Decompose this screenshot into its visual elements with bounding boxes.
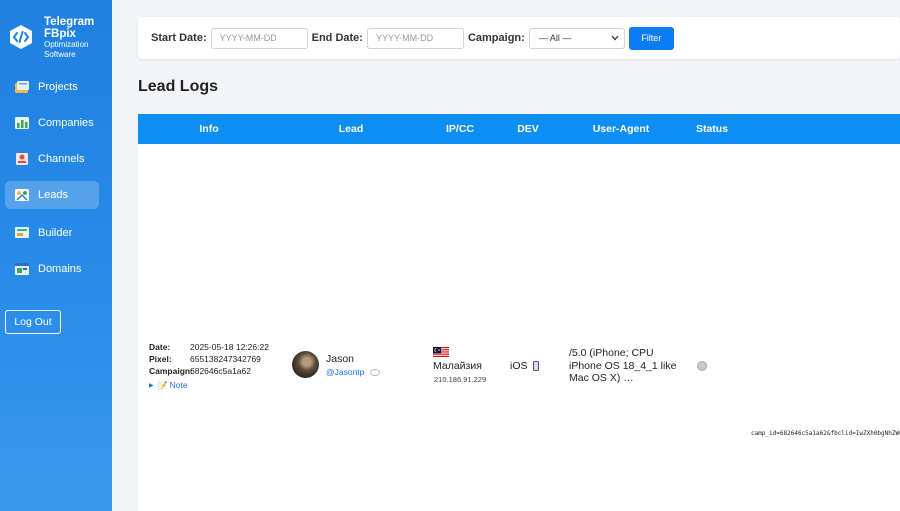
- filter-button[interactable]: Filter: [628, 26, 674, 50]
- column-header-dev[interactable]: DEV: [517, 123, 539, 135]
- builder-icon: [15, 227, 29, 238]
- chevron-down-icon: [611, 35, 619, 41]
- lead-name: Jason: [326, 353, 355, 365]
- campaign-value: 682646c5a1a62: [190, 366, 251, 376]
- sidebar-item-builder[interactable]: Builder: [5, 219, 99, 247]
- sidebar: Telegram FBpix Optimization Software Pro…: [0, 0, 112, 511]
- caret-right-icon: ▶: [149, 382, 154, 389]
- sidebar-item-channels[interactable]: Channels: [5, 145, 99, 173]
- brand-name: Telegram: [44, 16, 95, 28]
- status-indicator: [697, 361, 707, 371]
- campaign-select[interactable]: — All —: [528, 27, 625, 49]
- user-agent: /5.0 (iPhone; CPU iPhone OS 18_4_1 like …: [569, 347, 677, 384]
- column-header-lead[interactable]: Lead: [339, 123, 364, 135]
- avatar: [292, 351, 319, 378]
- brand-subtitle: Optimization: [44, 40, 89, 50]
- brand-name-2: FBpix: [44, 28, 76, 41]
- column-header-info[interactable]: Info: [199, 123, 218, 135]
- sidebar-item-label: Leads: [38, 189, 68, 201]
- column-header-status[interactable]: Status: [696, 123, 728, 135]
- sidebar-item-label: Channels: [38, 153, 85, 165]
- memo-icon: 📝: [157, 380, 168, 390]
- sidebar-item-label: Projects: [38, 81, 78, 93]
- channels-icon: [16, 153, 28, 165]
- ip-address: 210.186.91.229: [434, 375, 487, 384]
- brand[interactable]: Telegram FBpix Optimization Software: [8, 16, 94, 59]
- sidebar-item-label: Domains: [38, 263, 82, 275]
- brand-subtitle-2: Software: [44, 49, 76, 59]
- malaysia-flag-icon: [433, 347, 449, 358]
- sidebar-item-leads[interactable]: Leads: [5, 181, 99, 209]
- note-label: Note: [169, 380, 188, 390]
- pixel-value: 655138247342769: [190, 354, 261, 364]
- projects-icon: [15, 81, 29, 93]
- column-header-user-agent[interactable]: User-Agent: [593, 123, 650, 135]
- sidebar-item-companies[interactable]: Companies: [5, 109, 99, 137]
- logout-button[interactable]: Log Out: [5, 310, 61, 334]
- date-key: Date:: [149, 342, 171, 352]
- note-toggle[interactable]: ▶ 📝 Note: [149, 379, 269, 391]
- leads-table: Info Lead IP/CC DEV User-Agent Status Da…: [138, 114, 900, 511]
- country-name: Малайзия: [433, 360, 482, 372]
- lead-handle-link[interactable]: @Jasontp: [326, 367, 381, 377]
- campaign-key: Campaign:: [149, 366, 193, 376]
- date-value: 2025-05-18 12:26:22: [190, 342, 269, 352]
- sidebar-item-label: Companies: [38, 117, 94, 129]
- device: iOS: [510, 360, 539, 372]
- table-row: Date: 2025-05-18 12:26:22 Pixel: 6551382…: [138, 339, 900, 399]
- campaign-select-value: — All —: [538, 33, 572, 43]
- sidebar-item-domains[interactable]: Domains: [5, 255, 99, 283]
- phone-icon: [532, 361, 539, 371]
- column-header-ip[interactable]: IP/CC: [446, 123, 474, 135]
- companies-icon: [15, 117, 29, 129]
- lead-handle: @Jasontp: [326, 367, 365, 377]
- start-date-input[interactable]: YYYY-MM-DD: [210, 27, 308, 49]
- page-title: Lead Logs: [138, 78, 219, 95]
- pixel-key: Pixel:: [149, 354, 172, 364]
- end-date-input[interactable]: YYYY-MM-DD: [366, 27, 464, 49]
- domains-icon: [15, 263, 29, 275]
- campaign-url: camp_id=682646c5a1a62&fbclid=IwZXh0bgNhZ…: [751, 430, 900, 437]
- campaign-label: Campaign:: [467, 32, 525, 44]
- chat-bubble-icon[interactable]: [370, 368, 381, 376]
- device-os: iOS: [510, 360, 528, 372]
- end-date-label: End Date:: [311, 32, 363, 44]
- start-date-label: Start Date:: [151, 32, 207, 44]
- leads-icon: [15, 189, 29, 201]
- filter-bar: Start Date: YYYY-MM-DD End Date: YYYY-MM…: [138, 17, 900, 59]
- brand-logo-icon: [10, 25, 32, 49]
- sidebar-item-projects[interactable]: Projects: [5, 73, 99, 101]
- table-header: Info Lead IP/CC DEV User-Agent Status: [138, 114, 900, 144]
- sidebar-item-label: Builder: [38, 227, 73, 239]
- lead-info: Date: 2025-05-18 12:26:22 Pixel: 6551382…: [149, 341, 269, 391]
